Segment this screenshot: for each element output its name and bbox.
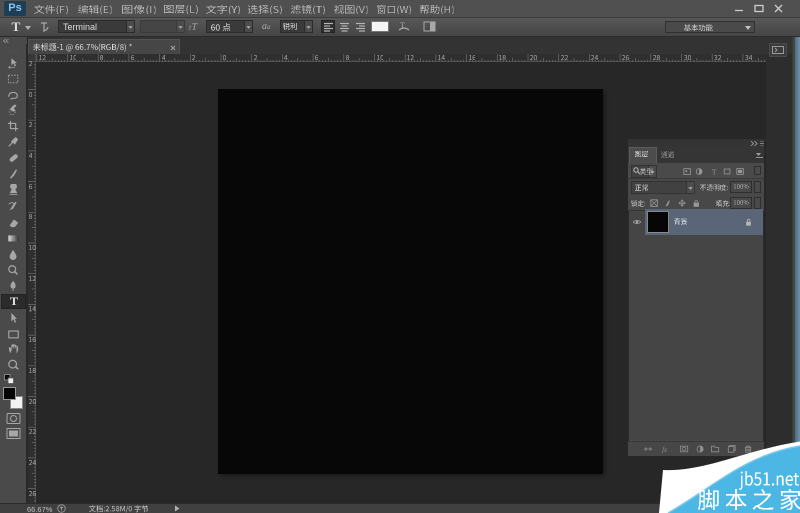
svg-text:T: T [400, 21, 405, 30]
svg-text:T: T [712, 167, 717, 176]
